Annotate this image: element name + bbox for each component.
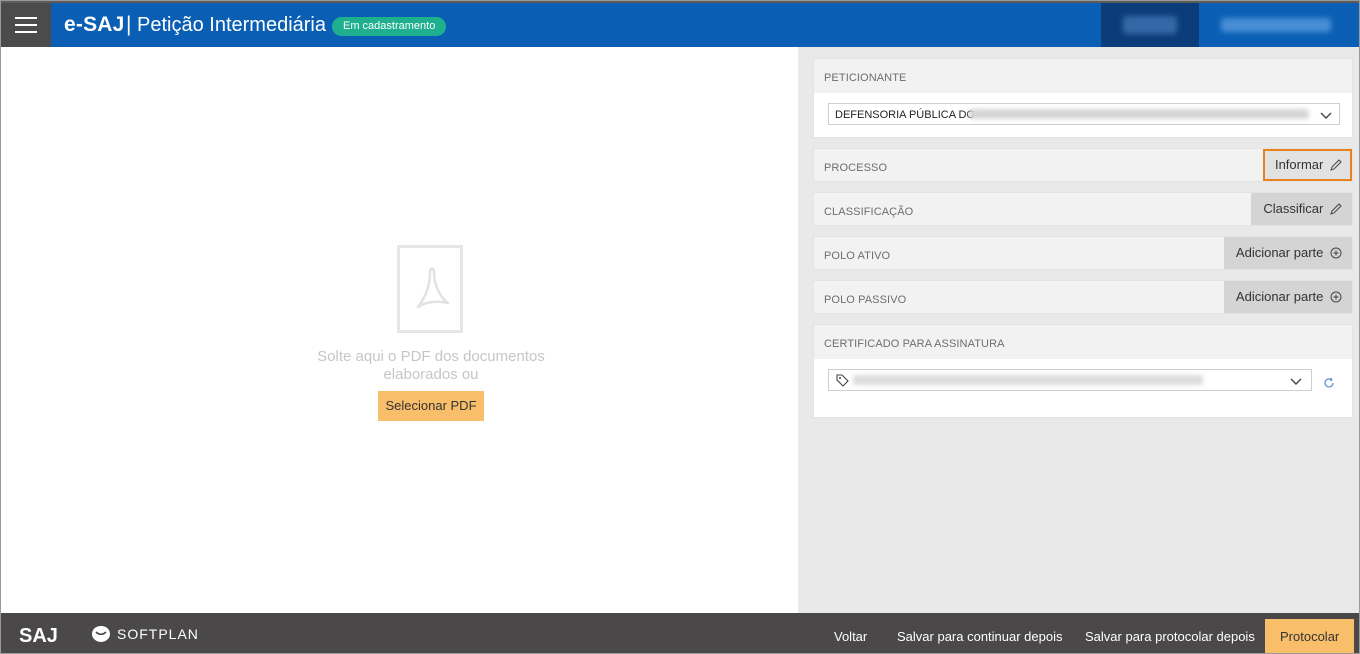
- certificado-label: CERTIFICADO PARA ASSINATURA: [824, 338, 1005, 350]
- app-window: e-SAJ | Petição Intermediária Em cadastr…: [0, 0, 1360, 654]
- redacted-user-name[interactable]: [1221, 18, 1331, 32]
- peticionante-label: PETICIONANTE: [824, 72, 907, 84]
- certificado-select[interactable]: [828, 369, 1312, 391]
- classificar-button[interactable]: Classificar: [1251, 193, 1352, 225]
- hamburger-icon: [15, 17, 37, 19]
- polo-ativo-label: POLO ATIVO: [824, 250, 891, 262]
- pencil-icon: [1330, 203, 1342, 215]
- bottom-footer: SAJ SOFTPLAN Voltar Salvar para continua…: [1, 613, 1359, 653]
- saj-logo: SAJ: [19, 625, 58, 644]
- peticionante-select[interactable]: DEFENSORIA PÚBLICA DO: [828, 103, 1340, 125]
- peticionante-value: DEFENSORIA PÚBLICA DO: [835, 109, 975, 121]
- title-separator: |: [126, 13, 132, 36]
- pencil-icon: [1330, 159, 1342, 171]
- redacted-peticionante: [969, 109, 1309, 119]
- petition-details-panel: PETICIONANTE DEFENSORIA PÚBLICA DO PROCE…: [798, 47, 1359, 613]
- section-peticionante: PETICIONANTE DEFENSORIA PÚBLICA DO: [813, 58, 1353, 138]
- adicionar-parte-passivo-button[interactable]: Adicionar parte: [1223, 281, 1352, 313]
- refresh-icon[interactable]: [1323, 377, 1335, 389]
- adicionar-parte-ativo-button[interactable]: Adicionar parte: [1223, 237, 1352, 269]
- section-certificado: CERTIFICADO PARA ASSINATURA: [813, 324, 1353, 418]
- pdf-file-icon: [397, 245, 463, 333]
- drop-instructions: Solte aqui o PDF dos documentos elaborad…: [317, 348, 545, 383]
- section-classificacao: CLASSIFICAÇÃO Classificar: [813, 192, 1353, 226]
- salvar-protocolar-button[interactable]: Salvar para protocolar depois: [1085, 613, 1255, 653]
- tag-icon: [836, 374, 849, 387]
- hamburger-menu-button[interactable]: [1, 3, 51, 47]
- plus-circle-icon: [1330, 291, 1342, 303]
- svg-text:SAJ: SAJ: [19, 625, 58, 644]
- chevron-down-icon: [1290, 378, 1302, 385]
- section-polo-passivo: POLO PASSIVO Adicionar parte: [813, 280, 1353, 314]
- informar-processo-button[interactable]: Informar: [1262, 149, 1352, 181]
- softplan-logo: SOFTPLAN: [91, 625, 199, 643]
- user-avatar-area[interactable]: [1101, 3, 1199, 47]
- plus-circle-icon: [1330, 247, 1342, 259]
- chevron-down-icon: [1320, 112, 1332, 119]
- brand-name: e-SAJ: [64, 13, 125, 36]
- pdf-drop-zone[interactable]: Solte aqui o PDF dos documentos elaborad…: [1, 47, 798, 613]
- redacted-certificado: [853, 375, 1203, 385]
- redacted-user-info: [1123, 16, 1177, 34]
- select-pdf-button[interactable]: Selecionar PDF: [378, 391, 484, 421]
- section-polo-ativo: POLO ATIVO Adicionar parte: [813, 236, 1353, 270]
- polo-passivo-label: POLO PASSIVO: [824, 294, 907, 306]
- processo-label: PROCESSO: [824, 162, 888, 174]
- softplan-shield-icon: [92, 626, 110, 642]
- salvar-continuar-button[interactable]: Salvar para continuar depois: [897, 613, 1063, 653]
- protocolar-button[interactable]: Protocolar: [1265, 619, 1355, 653]
- classificacao-label: CLASSIFICAÇÃO: [824, 206, 914, 218]
- top-header: e-SAJ | Petição Intermediária Em cadastr…: [1, 1, 1359, 47]
- voltar-button[interactable]: Voltar: [834, 613, 867, 653]
- section-processo: PROCESSO Informar: [813, 148, 1353, 182]
- page-title: Petição Intermediária: [137, 14, 326, 36]
- status-badge: Em cadastramento: [332, 17, 447, 36]
